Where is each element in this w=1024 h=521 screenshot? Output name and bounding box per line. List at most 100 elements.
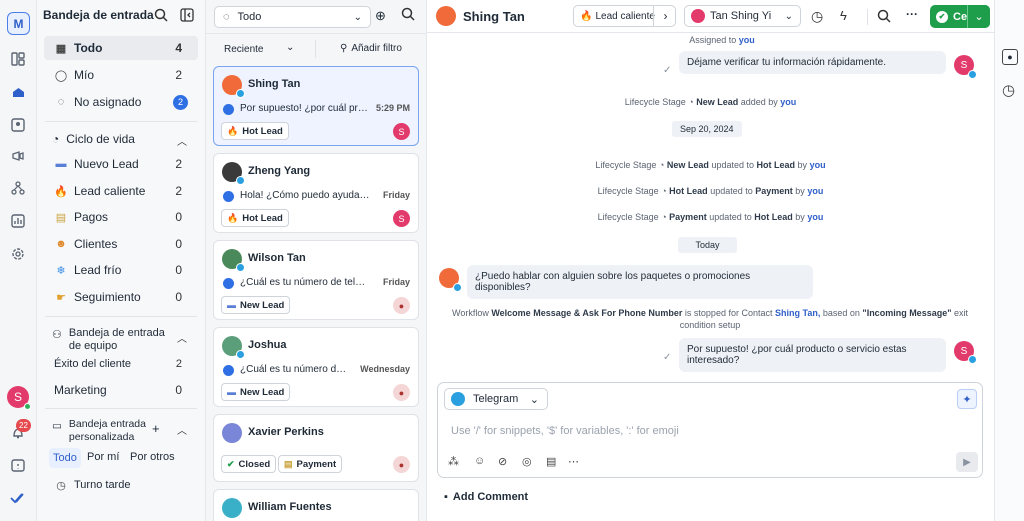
contact-details-icon[interactable]: ●	[1002, 49, 1018, 65]
sidebar-item-todo[interactable]: ▦ Todo 4	[44, 36, 198, 60]
sidebar-item-nuevo-lead[interactable]: ▬ Nuevo Lead 2	[44, 152, 198, 176]
contact-name: William Fuentes	[248, 501, 332, 513]
emoji-icon[interactable]: ☺	[474, 455, 485, 467]
tag-chip: ✔ Closed	[221, 455, 277, 473]
workflow-event: Workflow Welcome Message & Ask For Phone…	[451, 308, 969, 330]
tab-todo[interactable]: Todo	[49, 448, 81, 468]
conversation-card[interactable]: William Fuentes	[213, 489, 419, 521]
chat-panel: Shing Tan 🔥 Lead caliente › Tan Shing Yi ⌄…	[427, 0, 994, 521]
workflow-icon[interactable]	[9, 179, 27, 197]
tab-por-otros[interactable]: Por otros	[130, 451, 175, 463]
sidebar-item-mio[interactable]: ◯ Mío 2	[44, 63, 198, 87]
sidebar-item-lead-caliente[interactable]: 🔥 Lead caliente 2	[44, 179, 198, 203]
outgoing-icon	[223, 278, 234, 289]
new-lead-icon: ▬	[227, 300, 236, 310]
sidebar-item-clientes[interactable]: ☻ Clientes 0	[44, 232, 198, 256]
lifecycle-icon: ◔	[661, 186, 667, 196]
lifecycle-event: Lifecycle Stage ◔ Payment updated to Hot…	[597, 212, 824, 222]
chevron-up-icon[interactable]: ︿	[177, 133, 187, 148]
divider	[45, 316, 197, 317]
sidebar-item-pagos[interactable]: ▤ Pagos 0	[44, 205, 198, 229]
more-options-icon[interactable]: ···	[906, 7, 918, 21]
assignee-avatar: ●	[393, 297, 410, 314]
add-user-icon[interactable]: ⊕	[375, 8, 386, 24]
online-status-dot	[24, 403, 31, 410]
sidebar-item-marketing[interactable]: Marketing 0	[44, 378, 198, 402]
payment-icon: ▤	[55, 211, 67, 224]
assigned-event: Assigned to you	[689, 35, 755, 45]
inbox-icon[interactable]	[9, 83, 27, 101]
snippet-icon[interactable]: ◎	[522, 455, 532, 468]
chevron-up-icon[interactable]: ︿	[177, 330, 187, 345]
check-icon[interactable]	[9, 489, 27, 507]
magic-wand-icon[interactable]: ⁂	[448, 455, 459, 468]
conversation-card[interactable]: Wilson Tan ¿Cuál es tu número de teléfon…	[213, 240, 419, 320]
custom-inbox-section-header[interactable]: ▭ Bandeja entrada personalizada	[52, 418, 146, 444]
message-preview: Por supuesto! ¿por cuál producto o servi…	[240, 103, 370, 114]
sidebar-item-lead-frio[interactable]: ❄ Lead frío 0	[44, 258, 198, 282]
fire-icon: 🔥	[580, 10, 593, 22]
contacts-icon[interactable]	[9, 116, 27, 134]
snooze-icon[interactable]: ◷	[811, 8, 823, 25]
chevron-down-icon: ⌄	[529, 393, 539, 406]
team-inbox-section-header[interactable]: ⚇ Bandeja de entrada de equipo	[52, 327, 165, 353]
conversation-card[interactable]: Shing Tan Por supuesto! ¿por cuál produc…	[213, 66, 419, 146]
contact-name: Shing Tan	[248, 78, 301, 90]
layout-icon[interactable]	[9, 50, 27, 68]
telegram-icon	[968, 355, 977, 364]
sort-select[interactable]: Reciente	[224, 44, 263, 55]
contact-avatar	[222, 423, 242, 443]
reports-icon[interactable]	[9, 212, 27, 230]
sidebar-item-exito-cliente[interactable]: Éxito del cliente 2	[44, 352, 198, 376]
outgoing-icon	[223, 191, 234, 202]
lifecycle-section-header[interactable]: ◔ Ciclo de vida	[52, 132, 135, 146]
filter-select[interactable]: ◌ Todo ⌄	[214, 6, 371, 28]
add-filter-button[interactable]: ⚲ Añadir filtro	[340, 43, 402, 54]
workspace-logo[interactable]: M	[7, 12, 30, 35]
chevron-up-icon[interactable]: ︿	[177, 422, 187, 437]
search-icon[interactable]	[401, 7, 415, 21]
attachment-icon[interactable]: ⊘	[498, 455, 507, 468]
sidebar-item-seguimiento[interactable]: ☛ Seguimiento 0	[44, 285, 198, 309]
chevron-down-icon[interactable]: ⌄	[286, 42, 294, 53]
filter-icon: ⚲	[340, 43, 348, 54]
search-icon[interactable]	[877, 9, 891, 23]
add-comment-button[interactable]: ▪ Add Comment	[444, 491, 528, 503]
ai-assist-icon[interactable]: ✦	[957, 389, 977, 409]
message-time: Friday	[382, 277, 410, 287]
plus-icon[interactable]: +	[152, 421, 160, 436]
sidebar-item-no-asignado[interactable]: ◌ No asignado 2	[44, 90, 198, 114]
conversation-card[interactable]: Joshua ¿Cuál es tu número de teléfono? W…	[213, 327, 419, 407]
send-icon[interactable]: ▶	[956, 452, 978, 472]
template-icon[interactable]: ▤	[546, 455, 556, 468]
assignee-avatar: S	[393, 210, 410, 227]
customer-icon: ☻	[55, 238, 67, 250]
tag-chip: ▬ New Lead	[221, 383, 291, 401]
conversation-card[interactable]: Xavier Perkins ✔ Closed ▤ Payment ●	[213, 414, 419, 482]
conversation-list: ◌ Todo ⌄ ⊕ Reciente ⌄ ⚲ Añadir filtro Shing…	[206, 0, 427, 521]
telegram-icon	[236, 350, 245, 359]
assignee-select[interactable]: Tan Shing Yi ⌄	[684, 5, 801, 27]
broadcast-icon[interactable]	[9, 147, 27, 165]
settings-icon[interactable]	[9, 245, 27, 263]
chevron-right-icon[interactable]: ›	[653, 5, 677, 27]
history-icon[interactable]: ◷	[1002, 81, 1015, 99]
tab-por-mi[interactable]: Por mí	[87, 451, 119, 463]
lightning-icon[interactable]: ϟ	[840, 8, 847, 23]
close-options-dropdown[interactable]: ⌄	[967, 5, 990, 28]
conversation-card[interactable]: Zheng Yang Hola! ¿Cómo puedo ayudarte? F…	[213, 153, 419, 233]
contact-name[interactable]: Shing Tan	[463, 9, 525, 24]
variable-icon[interactable]: ⋯	[568, 455, 579, 468]
payment-icon: ▤	[284, 458, 293, 469]
collapse-sidebar-icon[interactable]	[179, 7, 195, 23]
new-lead-icon: ▬	[55, 158, 67, 170]
lifecycle-event: Lifecycle Stage ◔ Hot Lead updated to Pa…	[597, 186, 824, 196]
search-icon[interactable]	[153, 7, 169, 23]
help-icon[interactable]	[9, 457, 27, 475]
message-input[interactable]: Use '/' for snippets, '$' for variables,…	[451, 425, 679, 437]
channel-select[interactable]: Telegram ⌄	[444, 388, 548, 410]
telegram-icon	[236, 176, 245, 185]
message-preview: ¿Cuál es tu número de teléfono?	[240, 277, 370, 288]
sidebar-item-turno-tarde[interactable]: ◷ Turno tarde	[44, 473, 198, 497]
app-window: M S 22 Bandeja de entrada ▦ Todo 4 ◯ Mío 2 ◌…	[0, 0, 1024, 521]
